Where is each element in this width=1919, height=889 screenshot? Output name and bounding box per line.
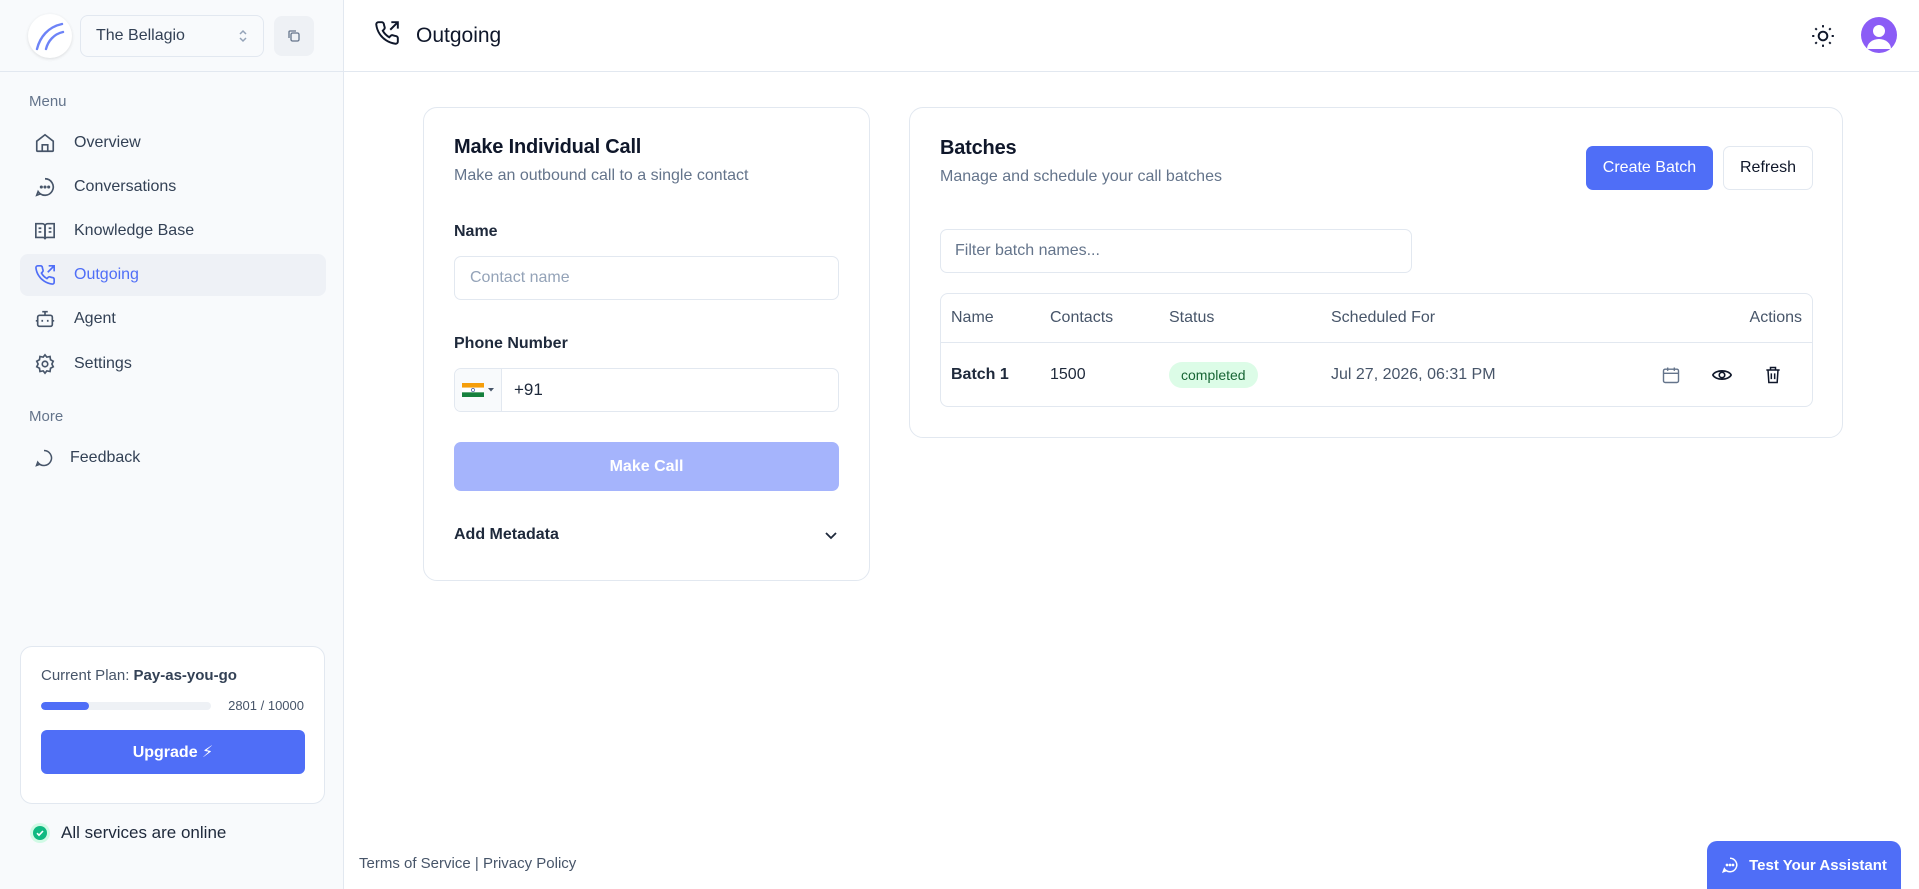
phone-number-input[interactable]: +91: [454, 368, 839, 412]
trash-icon: [1766, 366, 1780, 384]
create-batch-button[interactable]: Create Batch: [1586, 146, 1713, 190]
batches-table: Name Contacts Status Scheduled For Actio…: [940, 293, 1813, 407]
filter-batch-input[interactable]: Filter batch names...: [940, 229, 1412, 273]
batches-title: Batches: [940, 137, 1017, 159]
country-code-select[interactable]: [455, 369, 502, 411]
user-avatar[interactable]: [1861, 17, 1897, 53]
view-button[interactable]: [1709, 362, 1735, 388]
book-open-icon: [33, 219, 57, 243]
eye-icon: [1711, 370, 1733, 380]
sidebar-item-settings[interactable]: Settings: [20, 343, 326, 385]
calendar-icon: [1662, 367, 1680, 384]
upgrade-button[interactable]: Upgrade ⚡: [41, 730, 305, 774]
sidebar-item-label: Feedback: [70, 449, 141, 466]
home-icon: [33, 131, 57, 155]
column-header-name: Name: [951, 309, 994, 326]
batch-contacts: 1500: [1050, 366, 1086, 383]
individual-call-title: Make Individual Call: [454, 136, 642, 158]
batch-status-cell: completed: [1169, 343, 1258, 407]
sidebar-item-agent[interactable]: Agent: [20, 298, 326, 340]
batches-card: Batches Manage and schedule your call ba…: [909, 107, 1843, 438]
service-status: All services are online: [30, 823, 226, 843]
status-badge: completed: [1169, 362, 1258, 388]
terms-link[interactable]: Terms of Service: [359, 855, 471, 872]
delete-button[interactable]: [1760, 362, 1786, 388]
batches-header: Batches Manage and schedule your call ba…: [940, 137, 1222, 186]
add-metadata-toggle[interactable]: Add Metadata: [454, 526, 839, 544]
column-header-contacts: Contacts: [1050, 309, 1114, 326]
batch-name: Batch 1: [951, 366, 1009, 383]
sidebar-item-label: Outgoing: [74, 266, 139, 283]
top-header: Outgoing: [344, 0, 1919, 72]
copy-button[interactable]: [274, 15, 314, 56]
copy-icon: [288, 29, 300, 42]
sidebar-header: The Bellagio: [0, 0, 343, 72]
batch-actions: [1658, 343, 1786, 407]
current-plan: Current Plan: Pay-as-you-go: [41, 667, 237, 684]
check-circle-icon: [30, 823, 50, 843]
schedule-button[interactable]: [1658, 362, 1684, 388]
chevron-up-down-icon: [239, 29, 247, 42]
phone-outgoing-icon: [374, 20, 400, 51]
phone-number-label: Phone Number: [454, 335, 568, 352]
robot-icon: [33, 307, 57, 331]
column-header-scheduled: Scheduled For: [1331, 309, 1436, 326]
status-text: All services are online: [61, 823, 227, 842]
footer-links: Terms of Service | Privacy Policy: [359, 855, 576, 872]
column-header-status: Status: [1169, 309, 1215, 326]
individual-call-subtitle: Make an outbound call to a single contac…: [454, 167, 749, 184]
sidebar-item-label: Knowledge Base: [74, 222, 195, 239]
brand-logo[interactable]: [28, 13, 72, 58]
caret-down-icon: [487, 388, 494, 392]
individual-call-card: Make Individual Call Make an outbound ca…: [423, 107, 870, 581]
chat-bubble-icon: [1722, 857, 1738, 874]
contact-name-input[interactable]: Contact name: [454, 256, 839, 300]
phone-outgoing-icon: [33, 263, 57, 287]
logo-icon: [35, 22, 65, 50]
make-call-button[interactable]: Make Call: [454, 442, 839, 491]
page-title: Outgoing: [416, 23, 502, 47]
india-flag-icon: [461, 383, 484, 397]
menu-section-label: Menu: [29, 93, 67, 110]
refresh-button[interactable]: Refresh: [1723, 146, 1813, 190]
phone-number-value: +91: [514, 380, 543, 399]
sidebar: The Bellagio Menu Overview Conversations: [0, 0, 344, 889]
organization-name: The Bellagio: [96, 26, 185, 44]
footer-separator: |: [474, 855, 479, 872]
usage-progress-bar: [41, 701, 211, 710]
chevron-down-icon: [825, 532, 837, 540]
more-section-label: More: [29, 408, 64, 425]
add-metadata-label: Add Metadata: [454, 526, 559, 543]
user-icon: [1867, 25, 1891, 49]
sidebar-item-conversations[interactable]: Conversations: [20, 166, 326, 208]
message-circle-icon: [32, 446, 56, 470]
plan-card: Current Plan: Pay-as-you-go 2801 / 10000…: [20, 646, 325, 804]
privacy-link[interactable]: Privacy Policy: [483, 855, 576, 872]
batch-scheduled: Jul 27, 2026, 06:31 PM: [1331, 366, 1496, 383]
name-label: Name: [454, 223, 498, 240]
theme-toggle-button[interactable]: [1809, 22, 1837, 50]
gear-icon: [33, 352, 57, 376]
table-row: Batch 1 1500 completed Jul 27, 2026, 06:…: [941, 343, 1812, 407]
sidebar-item-overview[interactable]: Overview: [20, 122, 326, 164]
sidebar-item-outgoing[interactable]: Outgoing: [20, 254, 326, 296]
usage-progress-fill: [41, 701, 89, 710]
usage-text: 2801 / 10000: [228, 698, 304, 713]
test-assistant-label: Test Your Assistant: [1749, 856, 1887, 874]
column-header-actions: Actions: [1749, 309, 1802, 326]
chat-bubble-icon: [33, 175, 57, 199]
table-header-row: Name Contacts Status Scheduled For Actio…: [941, 294, 1812, 343]
sun-icon: [1812, 25, 1834, 47]
plan-name: Pay-as-you-go: [133, 667, 237, 684]
organization-select[interactable]: The Bellagio: [80, 14, 264, 57]
sidebar-item-label: Conversations: [74, 178, 177, 195]
sidebar-item-knowledge-base[interactable]: Knowledge Base: [20, 210, 326, 252]
test-assistant-button[interactable]: Test Your Assistant: [1707, 841, 1901, 889]
sidebar-item-feedback[interactable]: Feedback: [20, 437, 326, 479]
sidebar-item-label: Overview: [74, 134, 141, 151]
usage-row: 2801 / 10000: [41, 698, 304, 713]
sidebar-item-label: Agent: [74, 310, 116, 327]
batches-subtitle: Manage and schedule your call batches: [940, 168, 1222, 185]
sidebar-item-label: Settings: [74, 355, 132, 372]
